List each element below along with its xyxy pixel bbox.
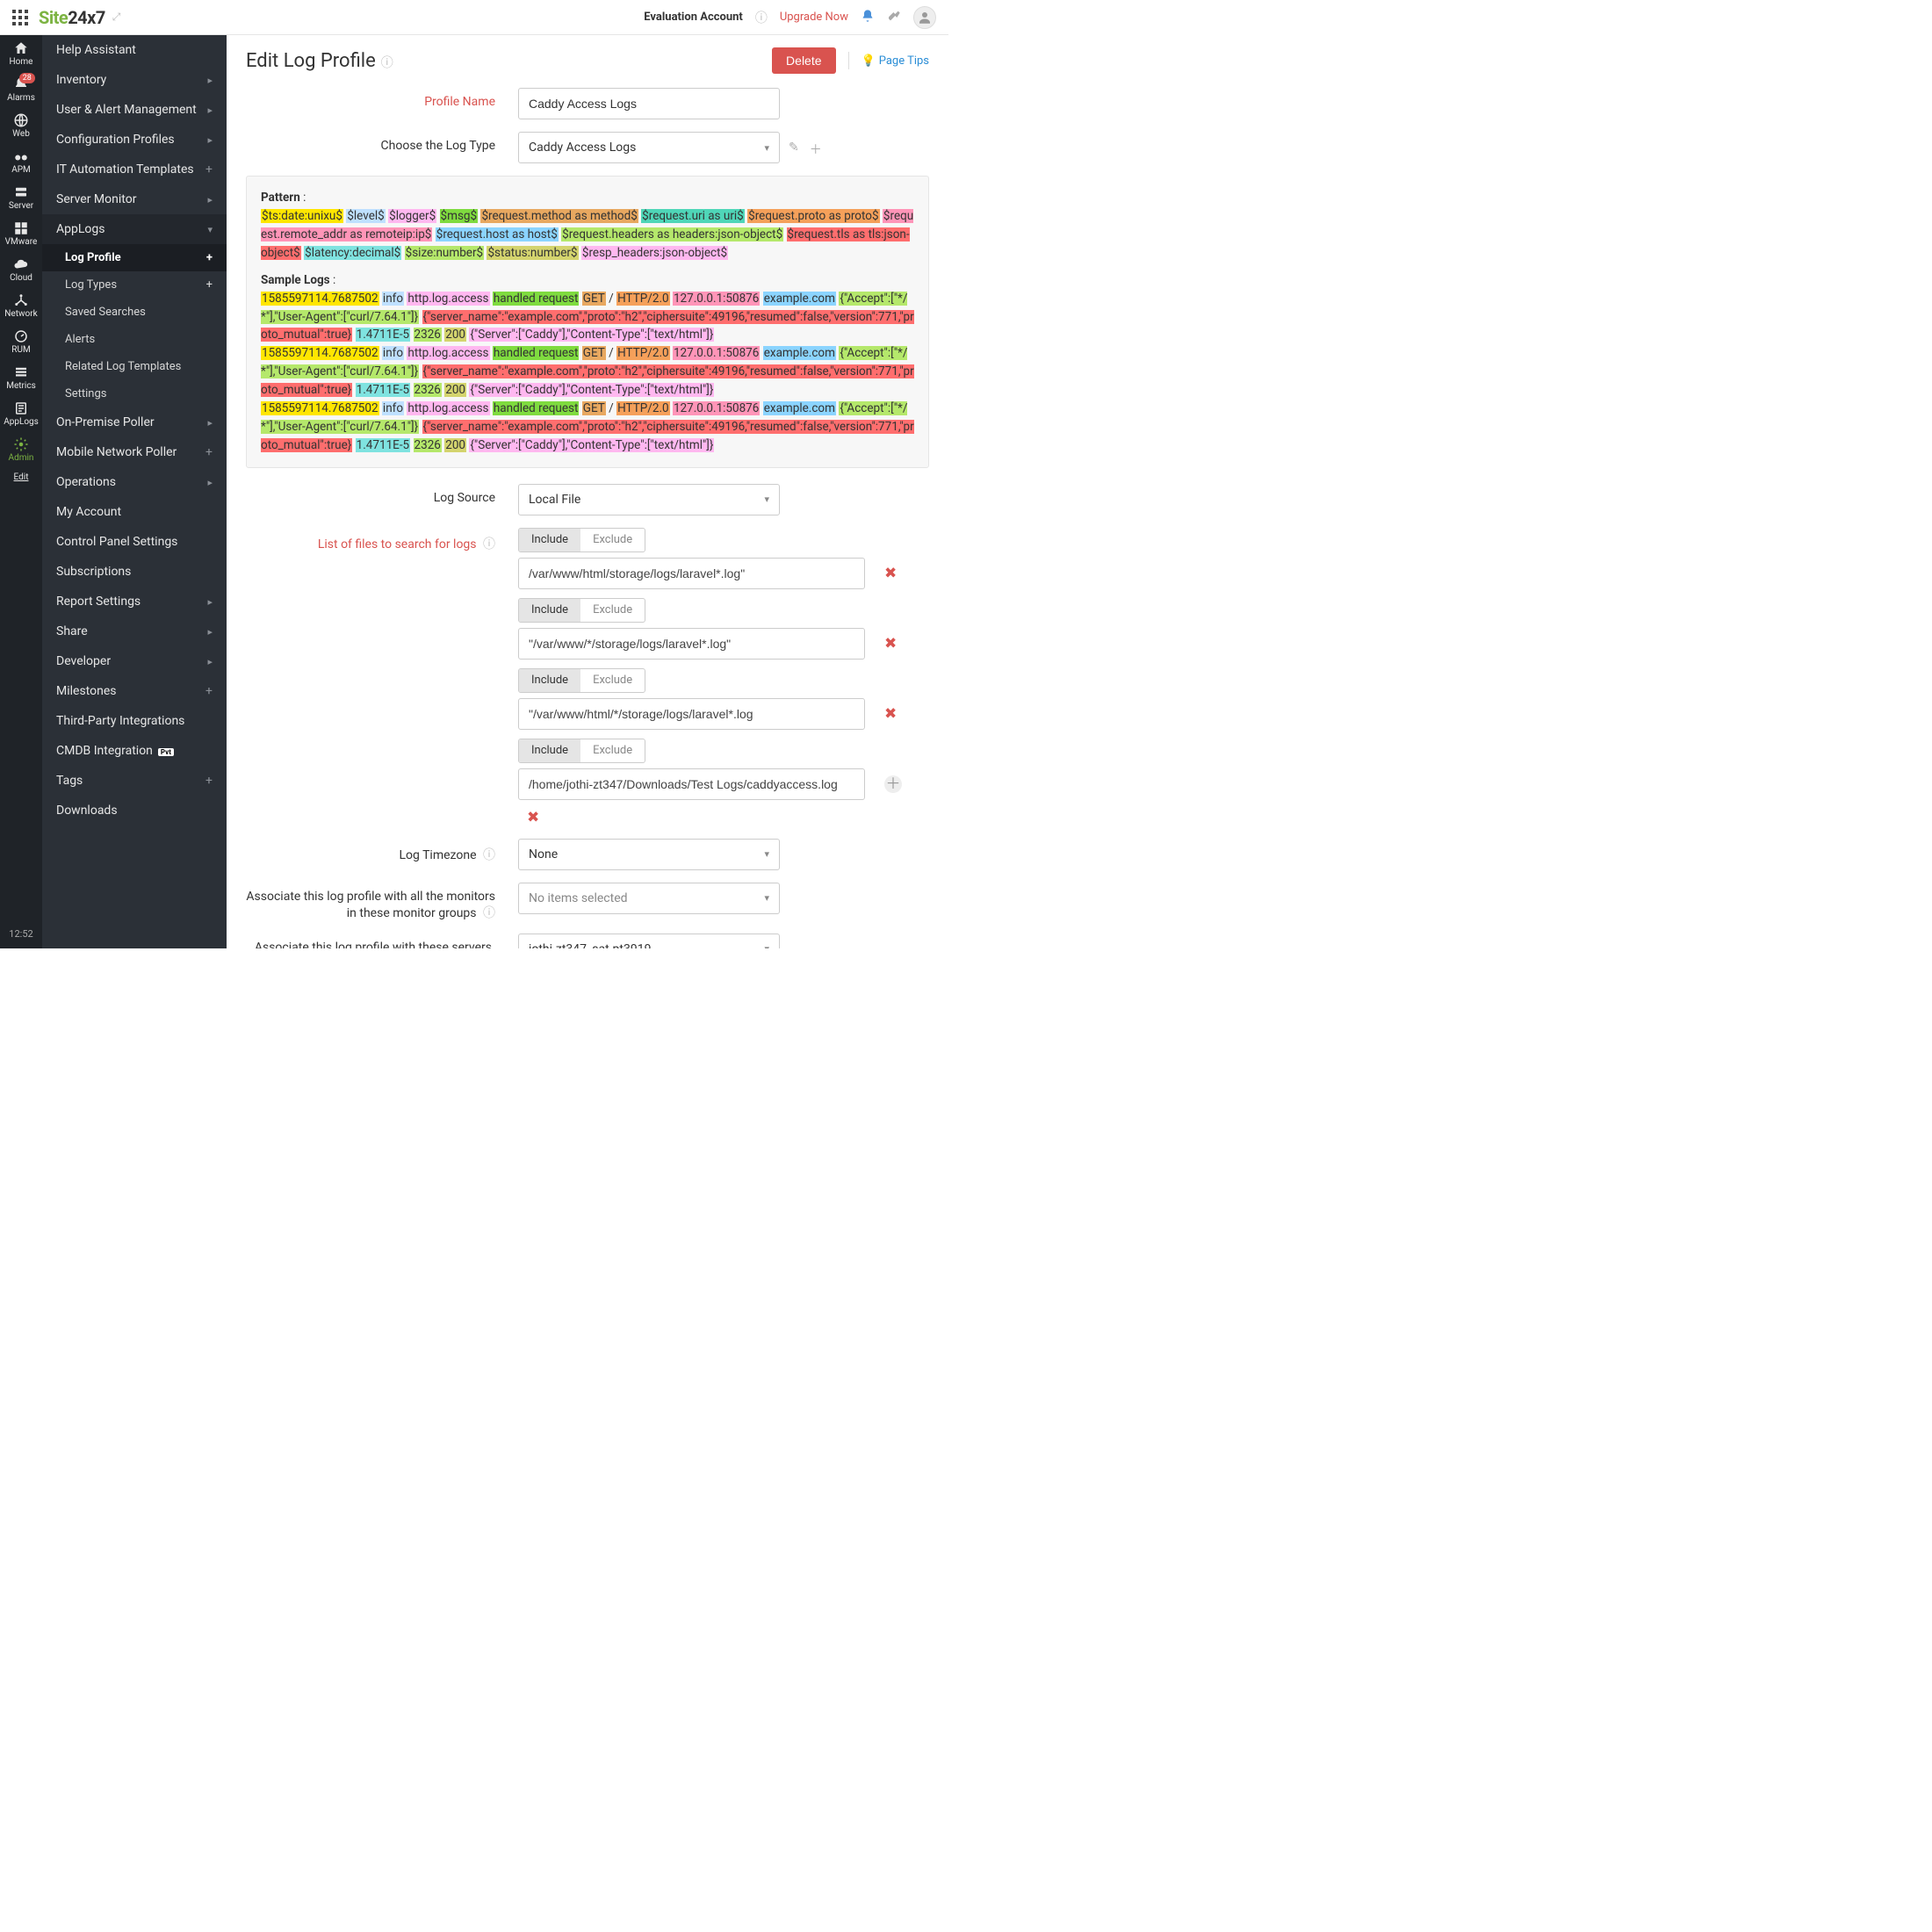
main-content: Edit Log Profileⓘ Delete 💡Page Tips Prof… <box>227 35 948 948</box>
pattern-preview: Pattern : $ts:date:unixu$ $level$ $logge… <box>246 176 929 468</box>
file-path-input[interactable] <box>518 698 865 730</box>
sidebar-item-control-panel-settings[interactable]: Control Panel Settings <box>42 527 227 557</box>
rail-item-network[interactable]: Network <box>4 287 39 323</box>
sidebar-item-tags[interactable]: Tags+ <box>42 766 227 796</box>
settings-icon[interactable] <box>887 9 901 26</box>
exclude-tab: Exclude <box>580 529 645 551</box>
sidebar-item-log-profile[interactable]: Log Profile+ <box>42 244 227 271</box>
sidebar-item-settings[interactable]: Settings <box>42 380 227 407</box>
include-tab: Include <box>519 669 580 692</box>
sidebar-item-log-types[interactable]: Log Types+ <box>42 271 227 299</box>
rail-item-vmware[interactable]: VMware <box>4 215 39 251</box>
rail-item-applogs[interactable]: AppLogs <box>4 395 39 431</box>
file-path-input[interactable] <box>518 558 865 589</box>
info-icon[interactable]: ⓘ <box>480 848 495 862</box>
include-tab: Include <box>519 599 580 622</box>
remove-file-icon[interactable]: ✖ <box>884 635 897 652</box>
add-icon[interactable]: ＋ <box>810 141 822 158</box>
remove-file-icon[interactable]: ✖ <box>884 705 897 723</box>
remove-file-icon[interactable]: ✖ <box>884 565 897 582</box>
exclude-tab: Exclude <box>580 669 645 692</box>
sidebar-item-applogs[interactable]: AppLogs▾ <box>42 214 227 244</box>
sidebar-item-third-party-integrations[interactable]: Third-Party Integrations <box>42 706 227 736</box>
label-assoc-groups: Associate this log profile with all the … <box>246 883 518 921</box>
rail-item-home[interactable]: Home <box>4 35 39 71</box>
sidebar-item-report-settings[interactable]: Report Settings▸ <box>42 587 227 616</box>
upgrade-link[interactable]: Upgrade Now <box>780 11 848 24</box>
log-type-select[interactable]: Caddy Access Logs▾ <box>518 132 780 163</box>
label-assoc-servers: Associate this log profile with these se… <box>246 934 518 948</box>
rail-item-cloud[interactable]: Cloud <box>4 251 39 287</box>
sidebar-item-cmdb-integration[interactable]: CMDB IntegrationPvt <box>42 736 227 766</box>
page-title: Edit Log Profileⓘ <box>246 50 393 72</box>
info-icon[interactable]: ⓘ <box>755 9 768 26</box>
include-exclude-toggle[interactable]: IncludeExclude <box>518 668 645 693</box>
include-exclude-toggle[interactable]: IncludeExclude <box>518 528 645 552</box>
info-icon[interactable]: ⓘ <box>480 537 495 551</box>
label-log-source: Log Source <box>246 484 518 505</box>
account-label: Evaluation Account <box>644 11 743 24</box>
sidebar-item-inventory[interactable]: Inventory▸ <box>42 65 227 95</box>
topbar: Site24x7 ⤢ Evaluation Account ⓘ Upgrade … <box>0 0 948 35</box>
delete-button[interactable]: Delete <box>772 47 835 74</box>
bulb-icon: 💡 <box>861 54 876 68</box>
label-log-type: Choose the Log Type <box>246 132 518 153</box>
info-icon[interactable]: ⓘ <box>480 906 495 920</box>
label-file-list: List of files to search for logs ⓘ <box>246 528 518 552</box>
sidebar-item-share[interactable]: Share▸ <box>42 616 227 646</box>
log-source-select[interactable]: Local File▾ <box>518 484 780 515</box>
notifications-icon[interactable] <box>861 9 875 26</box>
exclude-tab: Exclude <box>580 739 645 762</box>
logo: Site24x7 <box>39 7 105 28</box>
sidebar-item-my-account[interactable]: My Account <box>42 497 227 527</box>
sidebar-item-downloads[interactable]: Downloads <box>42 796 227 825</box>
file-path-input[interactable] <box>518 768 865 800</box>
sidebar-item-milestones[interactable]: Milestones+ <box>42 676 227 706</box>
servers-select[interactable]: jothi-zt347, sat-pt3919▾ <box>518 934 780 948</box>
label-timezone: Log Timezone ⓘ <box>246 839 518 863</box>
rail-item-metrics[interactable]: Metrics <box>4 359 39 395</box>
nav-rail: Home28AlarmsWebAPMServerVMwareCloudNetwo… <box>0 35 42 948</box>
include-exclude-toggle[interactable]: IncludeExclude <box>518 598 645 623</box>
rail-item-edit[interactable]: Edit <box>4 467 39 487</box>
sidebar-item-it-automation-templates[interactable]: IT Automation Templates+ <box>42 155 227 184</box>
apps-grid-icon[interactable] <box>12 10 28 25</box>
rail-item-server[interactable]: Server <box>4 179 39 215</box>
sidebar-item-server-monitor[interactable]: Server Monitor▸ <box>42 184 227 214</box>
include-tab: Include <box>519 739 580 762</box>
help-icon[interactable]: ⓘ <box>381 56 393 70</box>
rail-item-apm[interactable]: APM <box>4 143 39 179</box>
sidebar-item-subscriptions[interactable]: Subscriptions <box>42 557 227 587</box>
clock: 12:52 <box>9 919 32 948</box>
sidebar: Help AssistantInventory▸User & Alert Man… <box>42 35 227 948</box>
rail-item-web[interactable]: Web <box>4 107 39 143</box>
add-file-icon[interactable]: ＋ <box>884 775 902 793</box>
page-tips-link[interactable]: 💡Page Tips <box>861 54 929 68</box>
rail-item-alarms[interactable]: 28Alarms <box>4 71 39 107</box>
avatar[interactable] <box>913 6 936 29</box>
sidebar-item-user-alert-management[interactable]: User & Alert Management▸ <box>42 95 227 125</box>
timezone-select[interactable]: None▾ <box>518 839 780 870</box>
monitor-groups-select[interactable]: No items selected▾ <box>518 883 780 914</box>
include-exclude-toggle[interactable]: IncludeExclude <box>518 739 645 763</box>
file-path-input[interactable] <box>518 628 865 660</box>
include-tab: Include <box>519 529 580 551</box>
label-profile-name: Profile Name <box>246 88 518 109</box>
sidebar-item-configuration-profiles[interactable]: Configuration Profiles▸ <box>42 125 227 155</box>
sidebar-item-related-log-templates[interactable]: Related Log Templates <box>42 353 227 380</box>
expand-icon[interactable]: ⤢ <box>112 11 121 24</box>
sidebar-item-developer[interactable]: Developer▸ <box>42 646 227 676</box>
sidebar-item-operations[interactable]: Operations▸ <box>42 467 227 497</box>
sidebar-item-alerts[interactable]: Alerts <box>42 326 227 353</box>
edit-icon[interactable]: ✎ <box>789 141 799 158</box>
remove-file-icon[interactable]: ✖ <box>527 809 539 826</box>
sidebar-item-help-assistant[interactable]: Help Assistant <box>42 35 227 65</box>
sidebar-item-saved-searches[interactable]: Saved Searches <box>42 299 227 326</box>
sidebar-item-on-premise-poller[interactable]: On-Premise Poller▸ <box>42 407 227 437</box>
profile-name-input[interactable] <box>518 88 780 119</box>
rail-item-rum[interactable]: RUM <box>4 323 39 359</box>
rail-item-admin[interactable]: Admin <box>4 431 39 467</box>
exclude-tab: Exclude <box>580 599 645 622</box>
sidebar-item-mobile-network-poller[interactable]: Mobile Network Poller+ <box>42 437 227 467</box>
